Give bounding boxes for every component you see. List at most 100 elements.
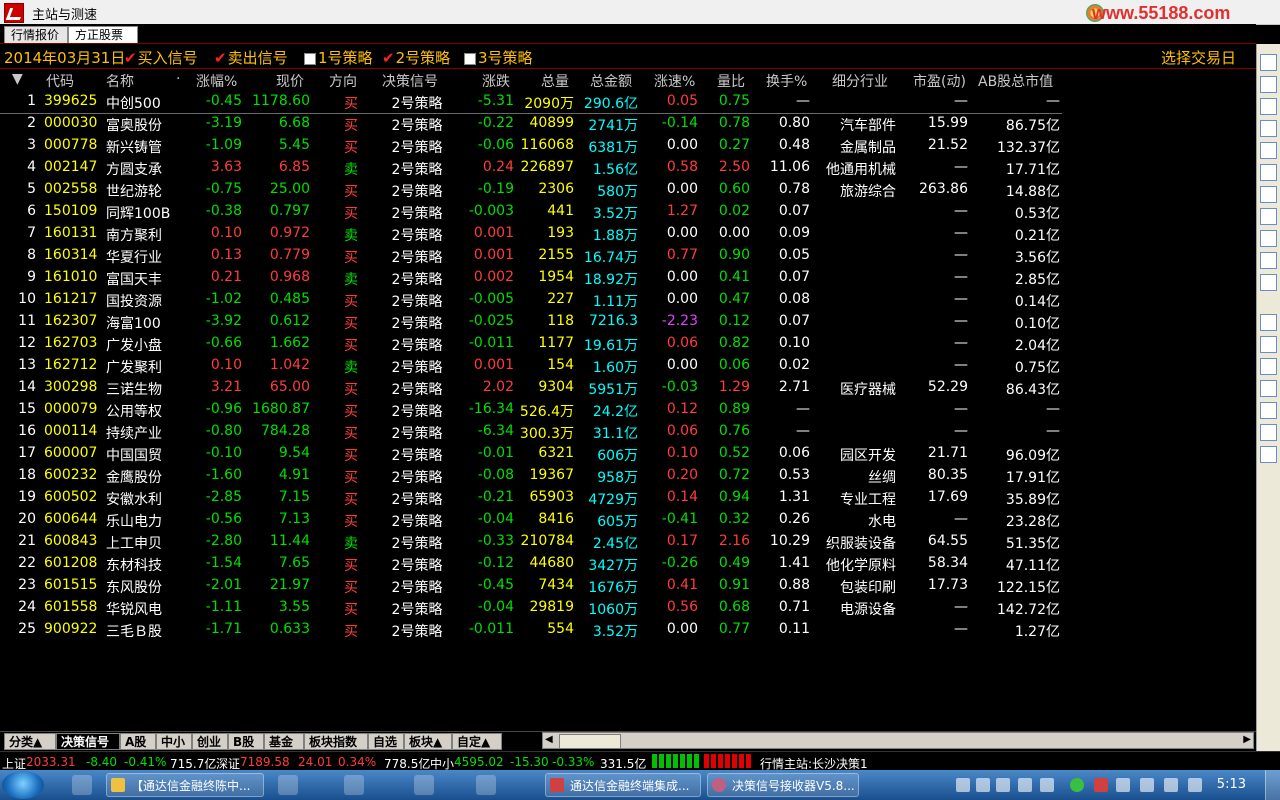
bottom-tab-8[interactable]: 自选 bbox=[368, 733, 404, 750]
scroll-thumb[interactable] bbox=[559, 734, 621, 749]
speed: 0.14 bbox=[666, 489, 698, 505]
filter-sell-signal[interactable]: ✔ 卖出信号 bbox=[214, 47, 288, 68]
quicklaunch-browser-icon[interactable] bbox=[72, 775, 92, 795]
bottom-tab-5[interactable]: B股 bbox=[228, 733, 264, 750]
table-row[interactable]: 25 900922 三毛Ｂ股 -1.71 0.633 买 2号策略 -0.011 554 3.52… bbox=[0, 618, 1064, 640]
tray-icon-2[interactable] bbox=[976, 778, 990, 792]
quicklaunch-app-icon[interactable] bbox=[344, 775, 364, 795]
start-button-icon[interactable] bbox=[2, 771, 44, 799]
filter-strategy-3[interactable]: 3号策略 bbox=[464, 47, 533, 68]
table-row[interactable]: 15 000079 公用等权 -0.96 1680.87 买 2号策略 -16.34 526.4… bbox=[0, 398, 1064, 420]
windows-taskbar: 【通达信金融终陈中... 通达信金融终端集成... 决策信号接收器V5.8...… bbox=[0, 770, 1280, 800]
tool-icon-6[interactable] bbox=[1260, 164, 1277, 181]
table-row[interactable]: 9 161010 富国天丰 0.21 0.968 卖 2号策略 0.002 1954 18.92万… bbox=[0, 266, 1064, 288]
volume: 8416 bbox=[538, 511, 574, 527]
table-row[interactable]: 2 000030 富奥股份 -3.19 6.68 买 2号策略 -0.22 40899 2741万… bbox=[0, 112, 1064, 134]
tool-icon-3[interactable] bbox=[1260, 98, 1277, 115]
bottom-tab-4[interactable]: 创业 bbox=[192, 733, 228, 750]
tool-icon-11[interactable] bbox=[1260, 274, 1277, 291]
table-row[interactable]: 19 600502 安徽水利 -2.85 7.15 买 2号策略 -0.21 65903 4729… bbox=[0, 486, 1064, 508]
taskbar-button-2[interactable]: 通达信金融终端集成... bbox=[545, 773, 701, 797]
filter-strategy-1[interactable]: 1号策略 bbox=[304, 47, 373, 68]
table-row[interactable]: 6 150109 同辉100B -0.38 0.797 买 2号策略 -0.003 441 3.5… bbox=[0, 200, 1064, 222]
tool-icon-12[interactable] bbox=[1260, 336, 1277, 353]
tool-icon-8[interactable] bbox=[1260, 208, 1277, 225]
tray-icon-4[interactable] bbox=[1018, 778, 1032, 792]
table-row[interactable]: 16 000114 持续产业 -0.80 784.28 买 2号策略 -6.34 300.3万 3… bbox=[0, 420, 1064, 442]
tray-network-icon[interactable] bbox=[1070, 778, 1084, 792]
price: 0.779 bbox=[269, 247, 310, 263]
bottom-tab-1[interactable]: 决策信号 bbox=[56, 733, 120, 750]
stock-name: 南方聚利 bbox=[106, 228, 162, 244]
bottom-tab-9[interactable]: 板块▲ bbox=[404, 733, 452, 750]
tray-icon-6[interactable] bbox=[1140, 778, 1154, 792]
change: -16.34 bbox=[468, 401, 514, 417]
bottom-tab-3[interactable]: 中小 bbox=[156, 733, 192, 750]
tool-icon-7[interactable] bbox=[1260, 186, 1277, 203]
quicklaunch-app3-icon[interactable] bbox=[476, 775, 496, 795]
table-row[interactable]: 12 162703 广发小盘 -0.66 1.662 买 2号策略 -0.011 1177 19.… bbox=[0, 332, 1064, 354]
bottom-tab-0[interactable]: 分类▲ bbox=[4, 733, 56, 750]
filter-strategy-2[interactable]: ✔ 2号策略 bbox=[382, 47, 450, 68]
folder-icon[interactable] bbox=[1260, 314, 1277, 331]
tool-icon-5[interactable] bbox=[1260, 142, 1277, 159]
table-row[interactable]: 22 601208 东材科技 -1.54 7.65 买 2号策略 -0.12 44680 3427… bbox=[0, 552, 1064, 574]
quicklaunch-app2-icon[interactable] bbox=[414, 775, 434, 795]
tool-icon-14[interactable] bbox=[1260, 380, 1277, 397]
tray-icon-3[interactable] bbox=[996, 778, 1010, 792]
table-row[interactable]: 14 300298 三诺生物 3.21 65.00 买 2号策略 2.02 9304 5951万 -… bbox=[0, 376, 1064, 398]
table-row[interactable]: 3 000778 新兴铸管 -1.09 5.45 买 2号策略 -0.06 116068 6381… bbox=[0, 134, 1064, 156]
table-row[interactable]: 23 601515 东风股份 -2.01 21.97 买 2号策略 -0.45 7434 1676… bbox=[0, 574, 1064, 596]
tool-icon-15[interactable] bbox=[1260, 402, 1277, 419]
quicklaunch-media-icon[interactable] bbox=[278, 775, 298, 795]
table-row[interactable]: 11 162307 海富100 -3.92 0.612 买 2号策略 -0.025 118 721… bbox=[0, 310, 1064, 332]
table-row[interactable]: 17 600007 中国国贸 -0.10 9.54 买 2号策略 -0.01 6321 606万 0… bbox=[0, 442, 1064, 464]
horizontal-scrollbar[interactable]: ◀ ▶ bbox=[542, 732, 1254, 749]
tool-icon-10[interactable] bbox=[1260, 252, 1277, 269]
tool-icon-9[interactable] bbox=[1260, 230, 1277, 247]
tab-quotes[interactable]: 行情报价 bbox=[4, 26, 68, 43]
tray-security-icon[interactable] bbox=[1094, 778, 1108, 792]
table-row[interactable]: 5 002558 世纪游轮 -0.75 25.00 买 2号策略 -0.19 2306 580万 0… bbox=[0, 178, 1064, 200]
row-number: 20 bbox=[18, 511, 36, 527]
table-row[interactable]: 1 399625 中创500 -0.45 1178.60 买 2号策略 -5.31 2090万 2… bbox=[0, 90, 1064, 112]
volume: 1954 bbox=[538, 269, 574, 285]
scroll-right-icon[interactable]: ▶ bbox=[1243, 734, 1251, 745]
stock-code: 601208 bbox=[44, 555, 98, 571]
table-row[interactable]: 18 600232 金鹰股份 -1.60 4.91 买 2号策略 -0.08 19367 958万… bbox=[0, 464, 1064, 486]
scroll-left-icon[interactable]: ◀ bbox=[545, 734, 553, 745]
tool-icon-2[interactable] bbox=[1260, 76, 1277, 93]
tool-icon-16[interactable] bbox=[1260, 424, 1277, 441]
stock-code: 161217 bbox=[44, 291, 98, 307]
tray-signal-icon[interactable] bbox=[1188, 778, 1202, 792]
tool-icon-13[interactable] bbox=[1260, 358, 1277, 375]
table-row[interactable]: 8 160314 华夏行业 0.13 0.779 买 2号策略 0.001 2155 16.74万… bbox=[0, 244, 1064, 266]
show-desktop-button[interactable] bbox=[1265, 770, 1280, 800]
tool-icon-1[interactable] bbox=[1260, 54, 1277, 71]
tray-volume-icon[interactable] bbox=[1116, 778, 1130, 792]
bottom-tab-10[interactable]: 自定▲ bbox=[452, 733, 502, 750]
top-tabs: 行情报价 方正股票池 bbox=[0, 24, 1256, 59]
table-row[interactable]: 10 161217 国投资源 -1.02 0.485 买 2号策略 -0.005 227 1.11… bbox=[0, 288, 1064, 310]
table-row[interactable]: 20 600644 乐山电力 -0.56 7.13 买 2号策略 -0.04 8416 605万 -… bbox=[0, 508, 1064, 530]
taskbar-button-3[interactable]: 决策信号接收器V5.8... bbox=[707, 773, 859, 797]
bottom-tab-6[interactable]: 基金 bbox=[264, 733, 304, 750]
table-row[interactable]: 24 601558 华锐风电 -1.11 3.55 买 2号策略 -0.04 29819 1060… bbox=[0, 596, 1064, 618]
taskbar-button-1[interactable]: 【通达信金融终陈中... bbox=[106, 773, 264, 797]
tray-icon-1[interactable] bbox=[956, 778, 970, 792]
select-trade-day[interactable]: 选择交易日 bbox=[1161, 47, 1236, 68]
bottom-tab-7[interactable]: 板块指数 bbox=[304, 733, 368, 750]
filter-buy-signal[interactable]: ✔ 买入信号 bbox=[124, 47, 198, 68]
tray-icon-5[interactable] bbox=[1040, 778, 1054, 792]
price: 65.00 bbox=[269, 379, 310, 395]
tray-icon-7[interactable] bbox=[1164, 778, 1178, 792]
tool-icon-4[interactable] bbox=[1260, 120, 1277, 137]
tab-stock-pool[interactable]: 方正股票池 bbox=[68, 26, 138, 59]
tool-icon-17[interactable] bbox=[1260, 446, 1277, 463]
table-row[interactable]: 7 160131 南方聚利 0.10 0.972 卖 2号策略 0.001 193 1.88万 0.… bbox=[0, 222, 1064, 244]
bottom-tab-2[interactable]: A股 bbox=[120, 733, 156, 750]
table-row[interactable]: 21 600843 上工申贝 -2.80 11.44 卖 2号策略 -0.33 210784 2.… bbox=[0, 530, 1064, 552]
table-row[interactable]: 13 162712 广发聚利 0.10 1.042 卖 2号策略 0.001 154 1.60万 0… bbox=[0, 354, 1064, 376]
system-clock[interactable]: 5:13 bbox=[1217, 777, 1246, 792]
table-row[interactable]: 4 002147 方圆支承 3.63 6.85 卖 2号策略 0.24 226897 1.56亿 0… bbox=[0, 156, 1064, 178]
